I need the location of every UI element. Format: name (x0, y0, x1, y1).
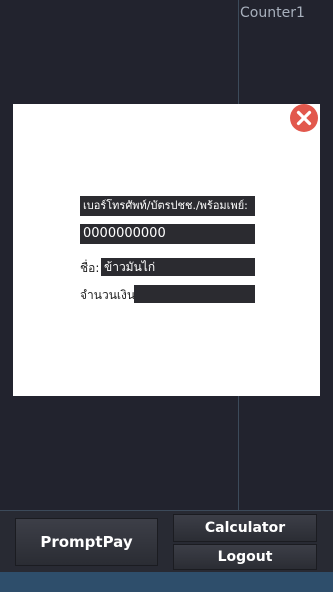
calculator-button[interactable]: Calculator (173, 514, 317, 542)
footer-bar (0, 572, 333, 592)
counter-label: Counter1 (240, 5, 305, 21)
amount-input[interactable] (134, 285, 255, 303)
close-icon[interactable] (290, 104, 318, 132)
toolbar-separator (0, 510, 333, 511)
payment-dialog: เบอร์โทรศัพท์/บัตรปชช./พร้อมเพย์: 000000… (13, 104, 320, 396)
name-label: ชื่อ: (80, 261, 100, 275)
name-input[interactable]: ข้าวมันไก่ (101, 258, 255, 276)
phone-label: เบอร์โทรศัพท์/บัตรปชช./พร้อมเพย์: (80, 196, 255, 216)
close-x-glyph (296, 110, 312, 126)
logout-button[interactable]: Logout (173, 544, 317, 570)
amount-label: จำนวนเงิน: (80, 288, 140, 302)
promptpay-button[interactable]: PromptPay (15, 518, 158, 566)
phone-input[interactable]: 0000000000 (80, 224, 255, 244)
